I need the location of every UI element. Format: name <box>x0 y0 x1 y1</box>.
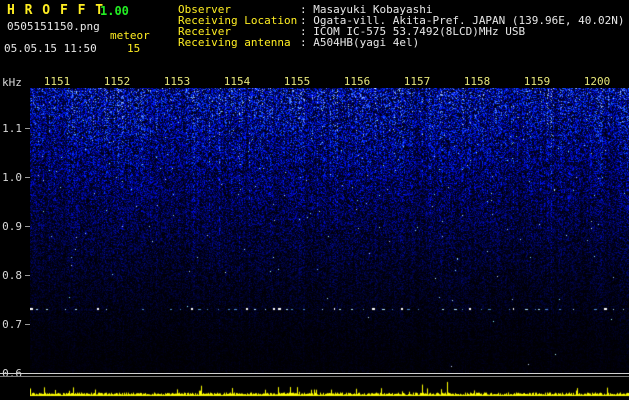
hrofft-output: H R O F F T 1.00 0505151150.png meteor 0… <box>0 0 629 400</box>
x-tick-label: 1153 <box>163 75 191 88</box>
mode-label: meteor <box>110 29 150 42</box>
y-tick-label: 1.0 <box>2 171 22 184</box>
spectrogram-canvas <box>30 88 629 373</box>
x-tick-label: 1154 <box>223 75 251 88</box>
y-axis-unit: kHz <box>2 76 22 89</box>
info-value: A504HB(yagi 4el) <box>313 36 420 49</box>
y-tick-label: 1.1 <box>2 122 22 135</box>
info-label: Receiving antenna <box>178 36 291 49</box>
x-tick-label: 1200 <box>583 75 611 88</box>
app-title: H R O F F T <box>7 3 105 18</box>
interval-value: 15 <box>127 42 141 55</box>
output-filename: 0505151150.png <box>7 20 100 33</box>
x-tick-label: 1157 <box>403 75 431 88</box>
x-tick-label: 1156 <box>343 75 371 88</box>
x-tick-label: 1151 <box>43 75 71 88</box>
colon: : <box>300 36 314 49</box>
datetime-label: 05.05.15 11:50 <box>4 42 97 55</box>
x-tick-label: 1155 <box>283 75 311 88</box>
y-tick-label: 0.9 <box>2 220 22 233</box>
separator-line-top <box>0 373 629 374</box>
separator-line-bottom <box>0 376 629 377</box>
y-tick-label: 0.7 <box>2 318 22 331</box>
app-version: 1.00 <box>100 4 129 18</box>
y-tick-label: 0.8 <box>2 269 22 282</box>
info-row-antenna: Receiving antenna: A504HB(yagi 4el) <box>178 37 625 48</box>
x-tick-label: 1158 <box>463 75 491 88</box>
signal-level-canvas <box>30 378 629 400</box>
x-tick-label: 1152 <box>103 75 131 88</box>
x-tick-label: 1159 <box>523 75 551 88</box>
station-info: Observer: Masayuki Kobayashi Receiving L… <box>178 4 625 48</box>
